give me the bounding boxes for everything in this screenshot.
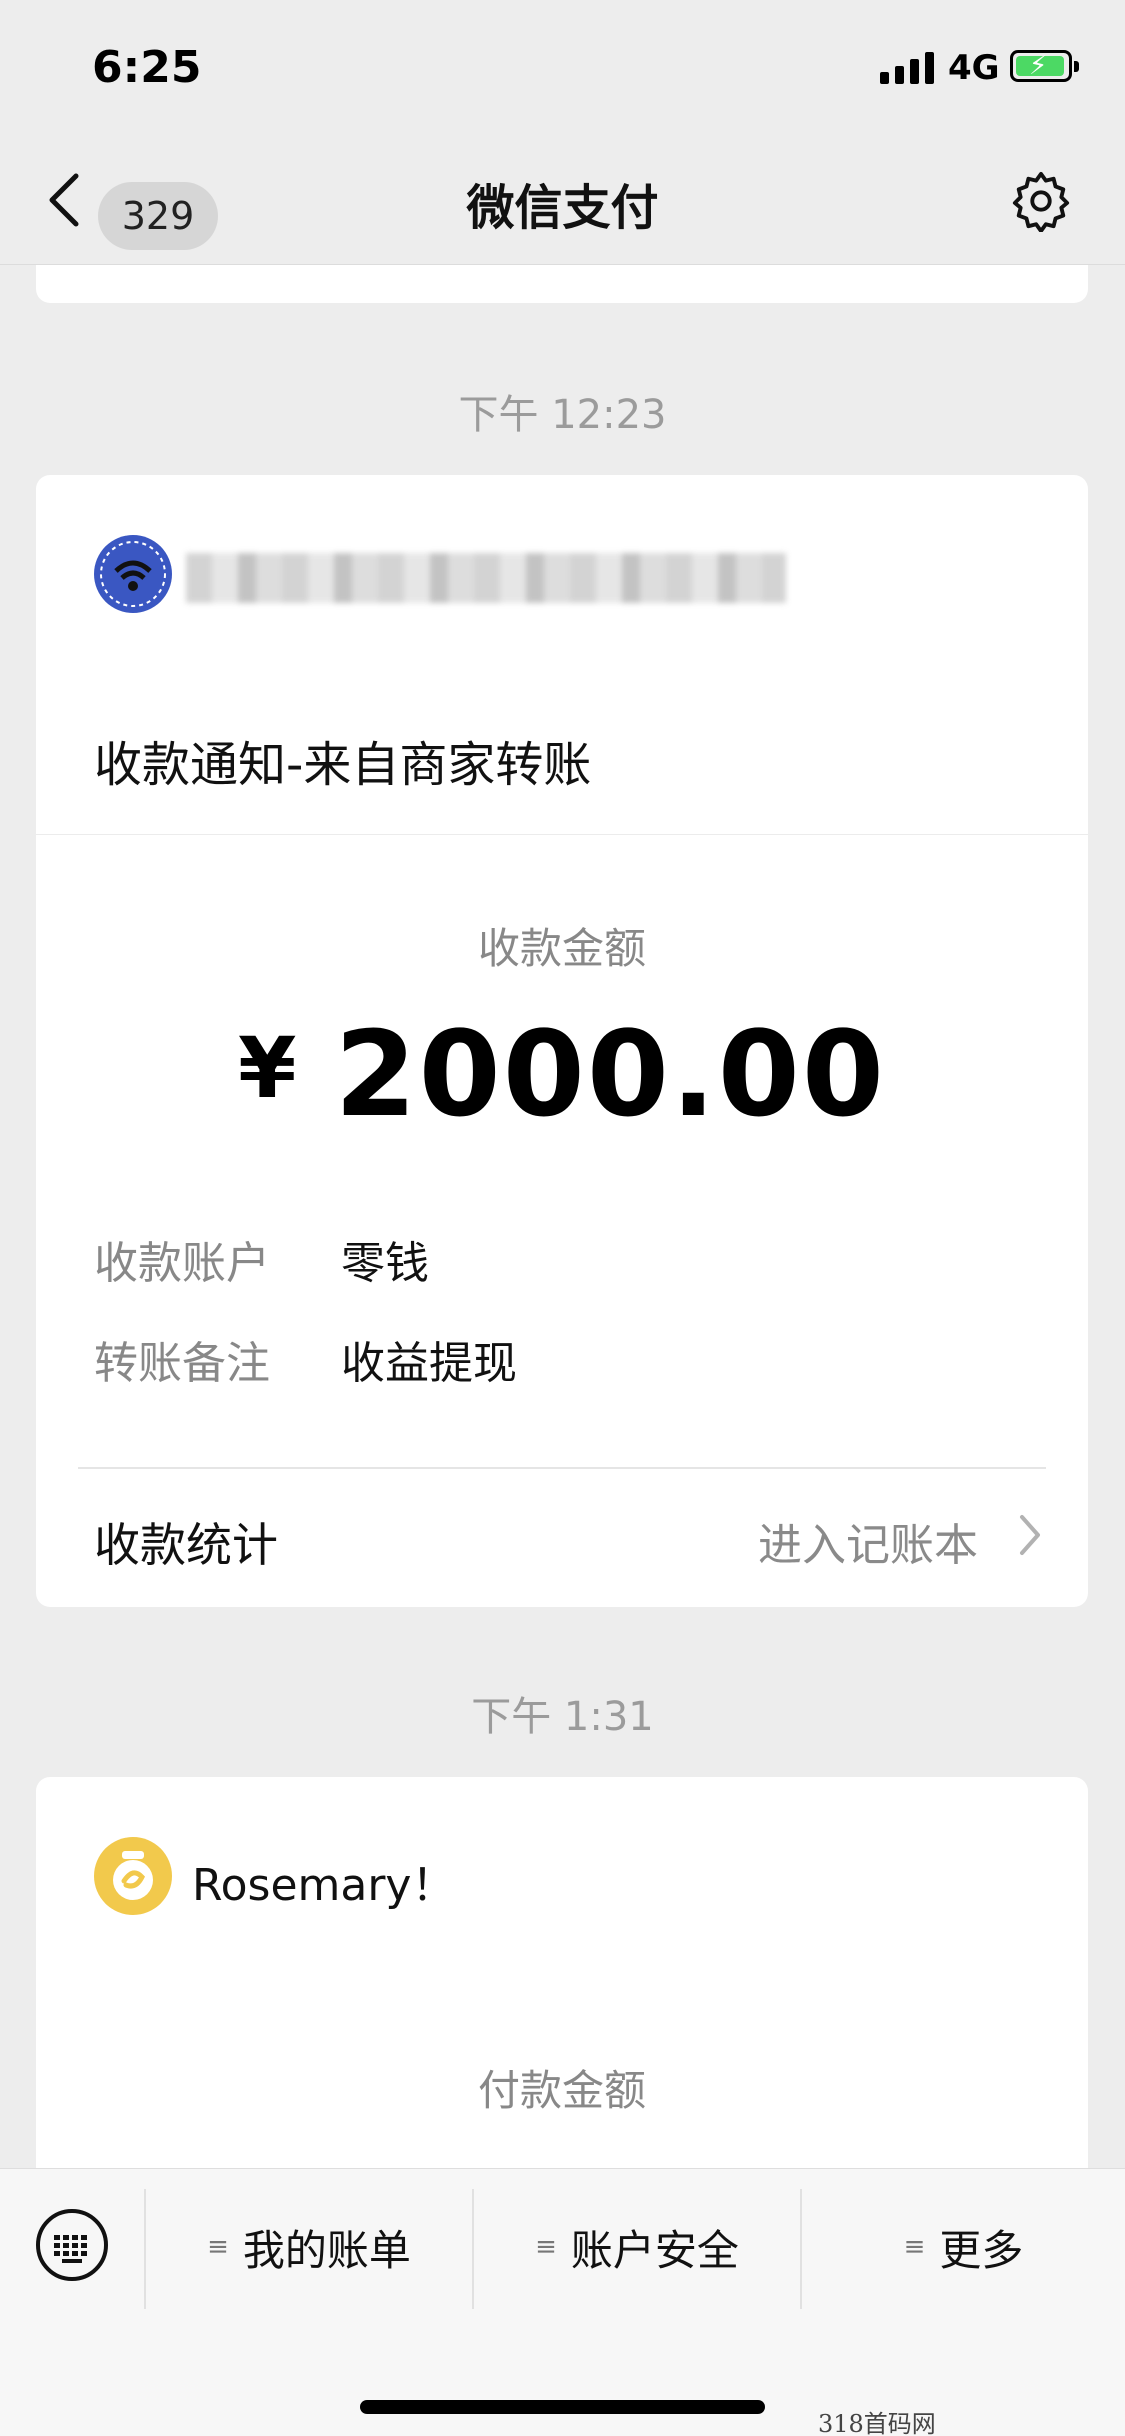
watermark: 318首码网 www.E318.com	[818, 2410, 936, 2436]
gear-icon[interactable]	[1010, 170, 1072, 233]
menu-icon: ≡	[903, 2232, 926, 2262]
menu-icon: ≡	[207, 2232, 229, 2262]
signal-icon	[880, 50, 934, 84]
merchant-name-blurred	[186, 553, 786, 603]
tab-label: 账户安全	[570, 2225, 739, 2275]
amount-label: 收款金额	[477, 924, 646, 973]
amount-number: 2000.00	[334, 1005, 886, 1143]
tab-more[interactable]: ≡ 更多	[802, 2217, 1125, 2277]
bottom-menu-bar: ≡ 我的账单 ≡ 账户安全 ≡ 更多	[0, 2168, 1125, 2436]
tab-account-security[interactable]: ≡ 账户安全	[474, 2217, 800, 2277]
account-value: 零钱	[341, 1238, 429, 1289]
stopwatch-icon	[94, 1837, 172, 1915]
merchant-header: 收款通知-来自商家转账	[36, 475, 1088, 835]
wifi-merchant-icon	[94, 535, 172, 613]
tab-my-bill[interactable]: ≡ 我的账单	[146, 2217, 472, 2277]
amount-value: ¥2000.00	[36, 1005, 1088, 1143]
sender-name: Rosemary！	[192, 1860, 456, 1911]
status-time: 6:25	[92, 42, 202, 93]
keyboard-icon[interactable]	[36, 2209, 108, 2281]
status-bar: 6:25 4G ⚡	[0, 0, 1125, 140]
previous-message-card	[36, 265, 1088, 303]
account-label: 收款账户	[94, 1238, 270, 1289]
message-timestamp: 下午 12:23	[458, 392, 667, 438]
payment-notification-card[interactable]: 收款通知-来自商家转账 收款金额 ¥2000.00 收款账户 零钱 转账备注 收…	[36, 475, 1088, 1607]
tab-label: 更多	[939, 2225, 1024, 2275]
tab-label: 我的账单	[242, 2225, 411, 2275]
message-timestamp: 下午 1:31	[471, 1694, 654, 1740]
stats-label[interactable]: 收款统计	[94, 1509, 278, 1575]
nav-bar: 329 微信支付	[0, 140, 1125, 265]
ledger-link[interactable]: 进入记账本	[758, 1509, 978, 1573]
home-indicator	[360, 2400, 765, 2414]
remark-label: 转账备注	[94, 1338, 270, 1389]
network-type: 4G	[948, 48, 1000, 88]
remark-value: 收益提现	[341, 1338, 517, 1389]
chevron-right-icon[interactable]	[1016, 1511, 1044, 1559]
currency-symbol: ¥	[238, 1019, 299, 1117]
notification-heading: 收款通知-来自商家转账	[94, 737, 592, 793]
payment-card[interactable]: Rosemary！ 付款金额	[36, 1777, 1088, 2197]
divider	[78, 1467, 1046, 1469]
battery-icon: ⚡	[1010, 50, 1079, 82]
menu-icon: ≡	[535, 2232, 557, 2262]
page-title: 微信支付	[466, 180, 659, 236]
amount-label: 付款金额	[477, 2066, 646, 2115]
